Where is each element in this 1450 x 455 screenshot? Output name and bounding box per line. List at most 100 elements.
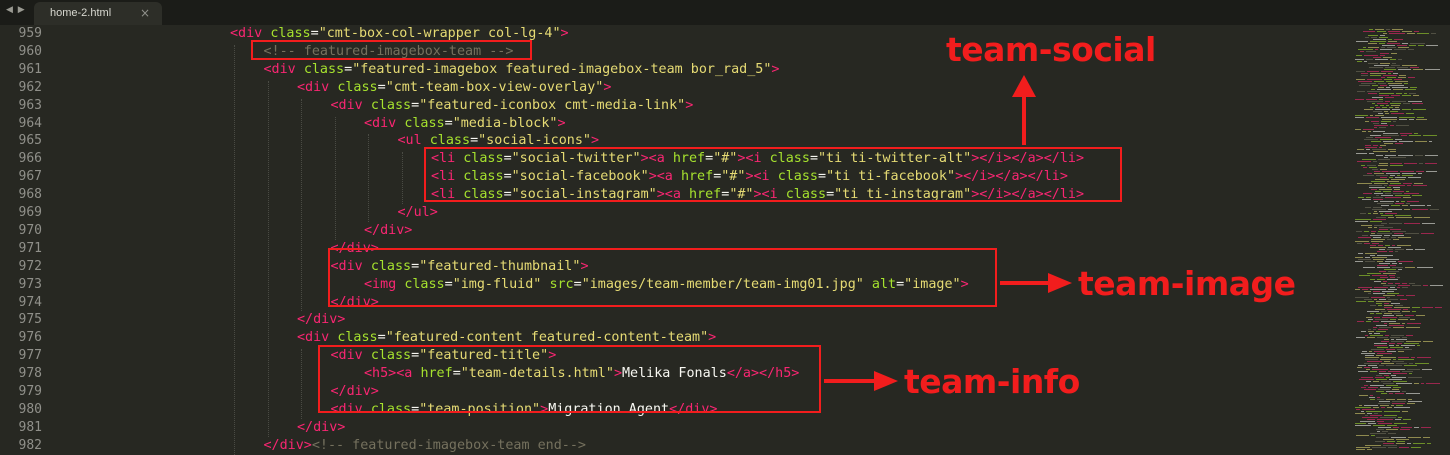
minimap-line bbox=[1380, 169, 1387, 170]
minimap-line bbox=[1402, 323, 1405, 324]
minimap-line bbox=[1387, 293, 1399, 294]
minimap-line bbox=[1378, 159, 1390, 160]
minimap-line bbox=[1379, 263, 1390, 264]
minimap-line bbox=[1395, 419, 1401, 420]
minimap-line bbox=[1397, 343, 1402, 344]
minimap-line bbox=[1418, 45, 1424, 46]
minimap-line bbox=[1358, 237, 1371, 238]
minimap-line bbox=[1355, 99, 1364, 100]
minimap-line bbox=[1370, 247, 1386, 248]
minimap-line bbox=[1358, 365, 1366, 366]
tab-label: home-2.html bbox=[50, 7, 112, 19]
minimap-line bbox=[1399, 447, 1409, 448]
minimap-line bbox=[1423, 135, 1437, 136]
minimap-line bbox=[1390, 287, 1395, 288]
minimap-line bbox=[1381, 381, 1391, 382]
minimap-line bbox=[1391, 95, 1400, 96]
minimap-line bbox=[1373, 161, 1377, 162]
minimap-line bbox=[1361, 377, 1373, 378]
minimap-line bbox=[1417, 345, 1420, 346]
minimap-line bbox=[1377, 251, 1387, 252]
minimap-line bbox=[1417, 357, 1431, 358]
minimap-line bbox=[1395, 283, 1400, 284]
minimap-line bbox=[1380, 359, 1391, 360]
minimap-line bbox=[1377, 233, 1392, 234]
minimap-line bbox=[1365, 261, 1375, 262]
minimap-line bbox=[1386, 173, 1400, 174]
minimap-line bbox=[1359, 275, 1370, 276]
minimap-line bbox=[1372, 103, 1375, 104]
minimap-line bbox=[1377, 347, 1388, 348]
minimap-line bbox=[1371, 241, 1383, 242]
minimap-line bbox=[1406, 249, 1413, 250]
minimap-line bbox=[1410, 67, 1419, 68]
minimap-line bbox=[1379, 229, 1388, 230]
minimap-line bbox=[1370, 371, 1377, 372]
minimap-line bbox=[1363, 193, 1372, 194]
minimap-line bbox=[1421, 427, 1431, 428]
minimap-line bbox=[1396, 405, 1403, 406]
minimap-line bbox=[1366, 321, 1371, 322]
minimap-line bbox=[1414, 427, 1419, 428]
minimap-line bbox=[1395, 203, 1404, 204]
minimap-line bbox=[1369, 29, 1373, 30]
minimap-line bbox=[1377, 421, 1384, 422]
minimap-line bbox=[1390, 175, 1395, 176]
minimap-line bbox=[1414, 217, 1430, 218]
minimap-line bbox=[1364, 363, 1379, 364]
minimap-line bbox=[1423, 341, 1433, 342]
minimap-line bbox=[1367, 273, 1381, 274]
minimap-line bbox=[1397, 287, 1400, 288]
minimap-line bbox=[1384, 79, 1392, 80]
minimap-line bbox=[1368, 43, 1377, 44]
minimap-line bbox=[1365, 415, 1368, 416]
minimap-line bbox=[1391, 335, 1404, 336]
tab-home-2[interactable]: home-2.html × bbox=[34, 2, 162, 25]
minimap-line bbox=[1379, 401, 1390, 402]
close-icon[interactable]: × bbox=[140, 6, 150, 20]
minimap-line bbox=[1404, 83, 1408, 84]
minimap-line bbox=[1376, 155, 1383, 156]
minimap-line bbox=[1396, 363, 1407, 364]
minimap-line bbox=[1425, 155, 1438, 156]
minimap-line bbox=[1371, 435, 1375, 436]
minimap-line bbox=[1399, 141, 1413, 142]
minimap-line bbox=[1384, 307, 1392, 308]
minimap-line bbox=[1385, 67, 1395, 68]
minimap-line bbox=[1378, 389, 1390, 390]
minimap-line bbox=[1385, 101, 1390, 102]
minimap-line bbox=[1383, 273, 1396, 274]
minimap-line bbox=[1357, 91, 1365, 92]
minimap-line bbox=[1412, 307, 1420, 308]
minimap-line bbox=[1384, 185, 1387, 186]
minimap-line bbox=[1372, 275, 1387, 276]
minimap[interactable] bbox=[1345, 25, 1450, 450]
minimap-line bbox=[1387, 77, 1396, 78]
nav-arrows-icon[interactable]: ◀ ▶ bbox=[6, 5, 30, 19]
minimap-line bbox=[1357, 321, 1364, 322]
minimap-line bbox=[1365, 257, 1370, 258]
minimap-line bbox=[1355, 117, 1364, 118]
minimap-line bbox=[1365, 355, 1374, 356]
minimap-line bbox=[1407, 403, 1415, 404]
minimap-line bbox=[1372, 369, 1388, 370]
minimap-line bbox=[1388, 371, 1400, 372]
minimap-line bbox=[1388, 83, 1402, 84]
minimap-line bbox=[1356, 435, 1369, 436]
minimap-line bbox=[1387, 351, 1396, 352]
minimap-line bbox=[1375, 191, 1381, 192]
minimap-line bbox=[1381, 321, 1396, 322]
minimap-line bbox=[1357, 183, 1372, 184]
minimap-line bbox=[1384, 303, 1389, 304]
minimap-line bbox=[1409, 119, 1414, 120]
minimap-line bbox=[1406, 191, 1409, 192]
minimap-line bbox=[1381, 357, 1396, 358]
minimap-line bbox=[1409, 135, 1421, 136]
minimap-line bbox=[1358, 49, 1373, 50]
code-editor[interactable]: 959 960 961 962 963 964 965 966 967 968 969 970 971 9… bbox=[0, 25, 1345, 455]
minimap-line bbox=[1377, 397, 1380, 398]
minimap-line bbox=[1382, 171, 1398, 172]
minimap-line bbox=[1387, 297, 1390, 298]
minimap-line bbox=[1406, 335, 1413, 336]
minimap-line bbox=[1376, 217, 1386, 218]
